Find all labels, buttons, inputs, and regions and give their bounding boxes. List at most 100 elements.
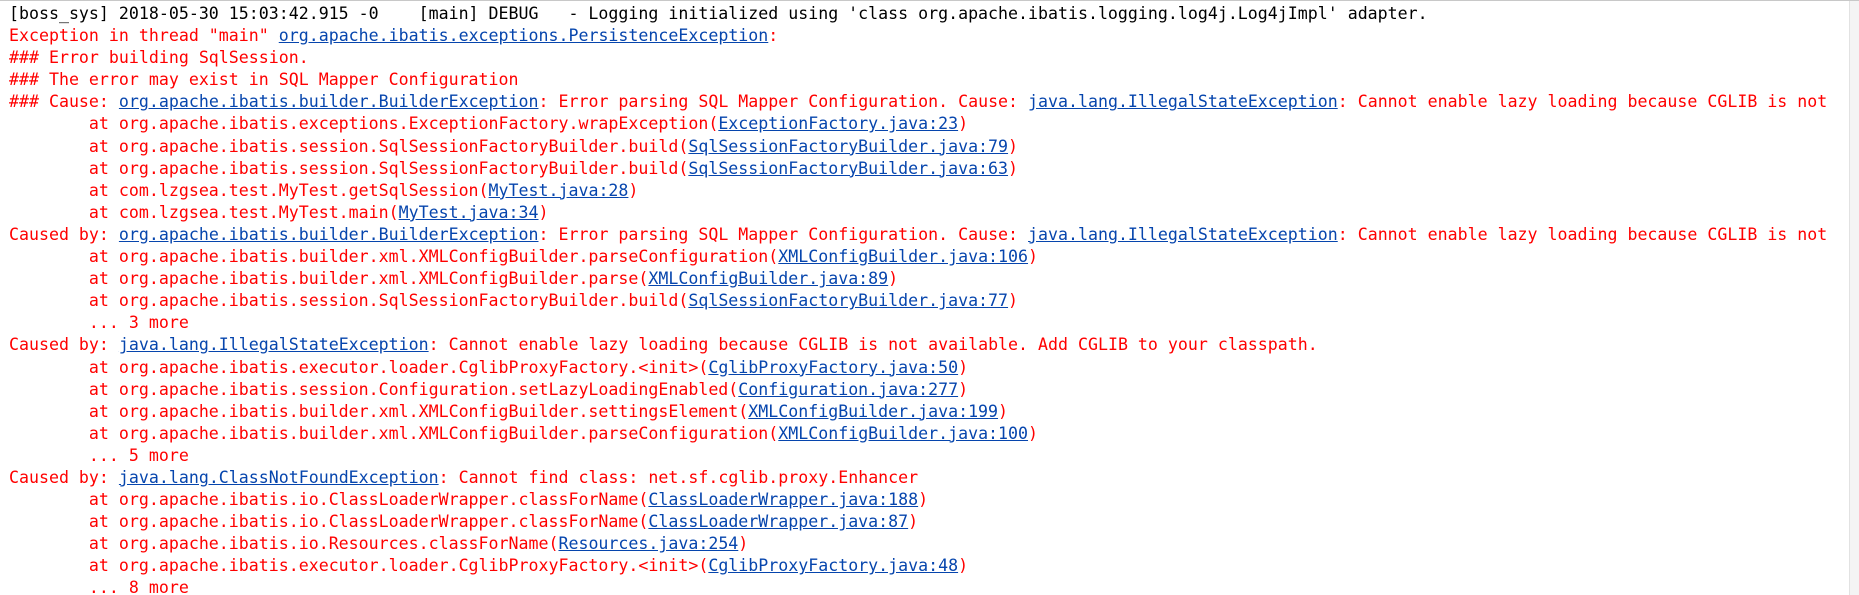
stack-trace-link[interactable]: Configuration.java:277 <box>738 380 958 399</box>
stack-trace-link[interactable]: XMLConfigBuilder.java:89 <box>648 269 888 288</box>
log-line-error: at org.apache.ibatis.builder.xml.XMLConf… <box>9 423 1859 445</box>
log-text: : <box>768 26 779 46</box>
log-text: ) <box>1008 291 1019 311</box>
log-line-error: ### Cause: org.apache.ibatis.builder.Bui… <box>9 91 1859 113</box>
log-line-error: Caused by: java.lang.IllegalStateExcepti… <box>9 334 1859 356</box>
log-line-error: ... 5 more <box>9 445 1859 467</box>
log-text: : Cannot enable lazy loading because CGL… <box>428 335 1318 355</box>
log-text: ) <box>958 379 969 399</box>
log-text: ) <box>1028 423 1039 443</box>
log-text: ) <box>538 202 549 222</box>
log-line-error: ### The error may exist in SQL Mapper Co… <box>9 69 1859 91</box>
stack-trace-link[interactable]: XMLConfigBuilder.java:106 <box>778 247 1028 266</box>
stack-trace-link[interactable]: java.lang.IllegalStateException <box>119 335 429 354</box>
log-line-error: Caused by: org.apache.ibatis.builder.Bui… <box>9 224 1859 246</box>
log-line-error: at org.apache.ibatis.exceptions.Exceptio… <box>9 113 1859 135</box>
log-line-error: at org.apache.ibatis.executor.loader.Cgl… <box>9 357 1859 379</box>
stack-trace-link[interactable]: java.lang.IllegalStateException <box>1028 92 1338 111</box>
log-line-error: at org.apache.ibatis.io.Resources.classF… <box>9 533 1859 555</box>
log-line-error: at org.apache.ibatis.executor.loader.Cgl… <box>9 555 1859 577</box>
log-text: at org.apache.ibatis.session.SqlSessionF… <box>9 158 689 178</box>
log-text: at com.lzgsea.test.MyTest.getSqlSession( <box>9 180 489 200</box>
log-text: at org.apache.ibatis.io.ClassLoaderWrapp… <box>9 490 649 510</box>
log-text: ) <box>738 534 749 554</box>
log-line-error: Caused by: java.lang.ClassNotFoundExcept… <box>9 467 1859 489</box>
stack-trace-link[interactable]: ExceptionFactory.java:23 <box>718 114 958 133</box>
log-text: : Error parsing SQL Mapper Configuration… <box>538 92 1029 112</box>
console-lines: [boss_sys] 2018-05-30 15:03:42.915 -0 [m… <box>0 1 1859 595</box>
console-output[interactable]: [boss_sys] 2018-05-30 15:03:42.915 -0 [m… <box>0 0 1859 595</box>
log-text: : Cannot enable lazy loading because CGL… <box>1337 224 1828 244</box>
log-text: at org.apache.ibatis.builder.xml.XMLConf… <box>9 269 649 289</box>
log-line-error: ### Error building SqlSession. <box>9 47 1859 69</box>
log-text: at com.lzgsea.test.MyTest.main( <box>9 202 399 222</box>
log-text: ) <box>1008 158 1019 178</box>
log-line-error: ... 8 more <box>9 577 1859 595</box>
log-line-error: Exception in thread "main" org.apache.ib… <box>9 25 1859 47</box>
stack-trace-link[interactable]: org.apache.ibatis.builder.BuilderExcepti… <box>119 225 539 244</box>
stack-trace-link[interactable]: org.apache.ibatis.builder.BuilderExcepti… <box>119 92 539 111</box>
stack-trace-link[interactable]: MyTest.java:28 <box>489 181 629 200</box>
log-text: [boss_sys] 2018-05-30 15:03:42.915 -0 [m… <box>9 4 1428 23</box>
log-text: ) <box>908 512 919 532</box>
log-text: at org.apache.ibatis.builder.xml.XMLConf… <box>9 423 779 443</box>
log-line-error: at org.apache.ibatis.builder.xml.XMLConf… <box>9 246 1859 268</box>
log-line-error: at com.lzgsea.test.MyTest.getSqlSession(… <box>9 180 1859 202</box>
log-text: at org.apache.ibatis.builder.xml.XMLConf… <box>9 247 779 267</box>
log-text: ... 5 more <box>9 445 189 465</box>
log-text: at org.apache.ibatis.executor.loader.Cgl… <box>9 556 709 576</box>
log-text: at org.apache.ibatis.exceptions.Exceptio… <box>9 114 719 134</box>
stack-trace-link[interactable]: SqlSessionFactoryBuilder.java:63 <box>688 159 1008 178</box>
stack-trace-link[interactable]: java.lang.ClassNotFoundException <box>119 468 439 487</box>
stack-trace-link[interactable]: CglibProxyFactory.java:50 <box>708 358 958 377</box>
log-text: : Error parsing SQL Mapper Configuration… <box>538 224 1029 244</box>
log-text: at org.apache.ibatis.session.SqlSessionF… <box>9 291 689 311</box>
log-line-error: at org.apache.ibatis.session.Configurati… <box>9 379 1859 401</box>
log-text: at org.apache.ibatis.builder.xml.XMLConf… <box>9 401 749 421</box>
log-text: ... 8 more <box>9 578 189 595</box>
log-line-error: at org.apache.ibatis.session.SqlSessionF… <box>9 158 1859 180</box>
log-text: at org.apache.ibatis.executor.loader.Cgl… <box>9 357 709 377</box>
log-text: ### The error may exist in SQL Mapper Co… <box>9 70 519 90</box>
log-text: ) <box>958 556 969 576</box>
log-line-error: at org.apache.ibatis.builder.xml.XMLConf… <box>9 268 1859 290</box>
log-text: at org.apache.ibatis.io.ClassLoaderWrapp… <box>9 512 649 532</box>
stack-trace-link[interactable]: java.lang.IllegalStateException <box>1028 225 1338 244</box>
log-line-error: at com.lzgsea.test.MyTest.main(MyTest.ja… <box>9 202 1859 224</box>
log-text: Caused by: <box>9 467 119 487</box>
log-text: Caused by: <box>9 224 119 244</box>
log-text: ) <box>918 490 929 510</box>
stack-trace-link[interactable]: SqlSessionFactoryBuilder.java:79 <box>688 137 1008 156</box>
log-text: : Cannot enable lazy loading because CGL… <box>1337 92 1828 112</box>
log-text: ) <box>958 357 969 377</box>
log-text: ) <box>628 180 639 200</box>
log-text: at org.apache.ibatis.session.Configurati… <box>9 379 739 399</box>
log-text: ) <box>958 114 969 134</box>
log-text: Caused by: <box>9 335 119 355</box>
log-line-info: [boss_sys] 2018-05-30 15:03:42.915 -0 [m… <box>9 3 1859 25</box>
stack-trace-link[interactable]: CglibProxyFactory.java:48 <box>708 556 958 575</box>
log-text: ### Error building SqlSession. <box>9 48 309 68</box>
log-text: ) <box>998 401 1009 421</box>
log-text: Exception in thread "main" <box>9 26 279 46</box>
log-text: at org.apache.ibatis.session.SqlSessionF… <box>9 136 689 156</box>
log-text: ... 3 more <box>9 313 189 333</box>
stack-trace-link[interactable]: MyTest.java:34 <box>399 203 539 222</box>
stack-trace-link[interactable]: org.apache.ibatis.exceptions.Persistence… <box>279 26 769 45</box>
stack-trace-link[interactable]: XMLConfigBuilder.java:199 <box>748 402 998 421</box>
log-line-error: at org.apache.ibatis.builder.xml.XMLConf… <box>9 401 1859 423</box>
log-line-error: at org.apache.ibatis.session.SqlSessionF… <box>9 136 1859 158</box>
log-line-error: at org.apache.ibatis.io.ClassLoaderWrapp… <box>9 511 1859 533</box>
vertical-scrollbar[interactable] <box>1849 1 1859 595</box>
log-text: ) <box>888 269 899 289</box>
log-text: : Cannot find class: net.sf.cglib.proxy.… <box>438 467 919 487</box>
stack-trace-link[interactable]: XMLConfigBuilder.java:100 <box>778 424 1028 443</box>
stack-trace-link[interactable]: Resources.java:254 <box>558 534 738 553</box>
log-text: ### Cause: <box>9 92 119 112</box>
log-text: ) <box>1008 136 1019 156</box>
stack-trace-link[interactable]: SqlSessionFactoryBuilder.java:77 <box>688 291 1008 310</box>
log-line-error: ... 3 more <box>9 312 1859 334</box>
stack-trace-link[interactable]: ClassLoaderWrapper.java:87 <box>648 512 908 531</box>
stack-trace-link[interactable]: ClassLoaderWrapper.java:188 <box>648 490 918 509</box>
log-line-error: at org.apache.ibatis.session.SqlSessionF… <box>9 290 1859 312</box>
